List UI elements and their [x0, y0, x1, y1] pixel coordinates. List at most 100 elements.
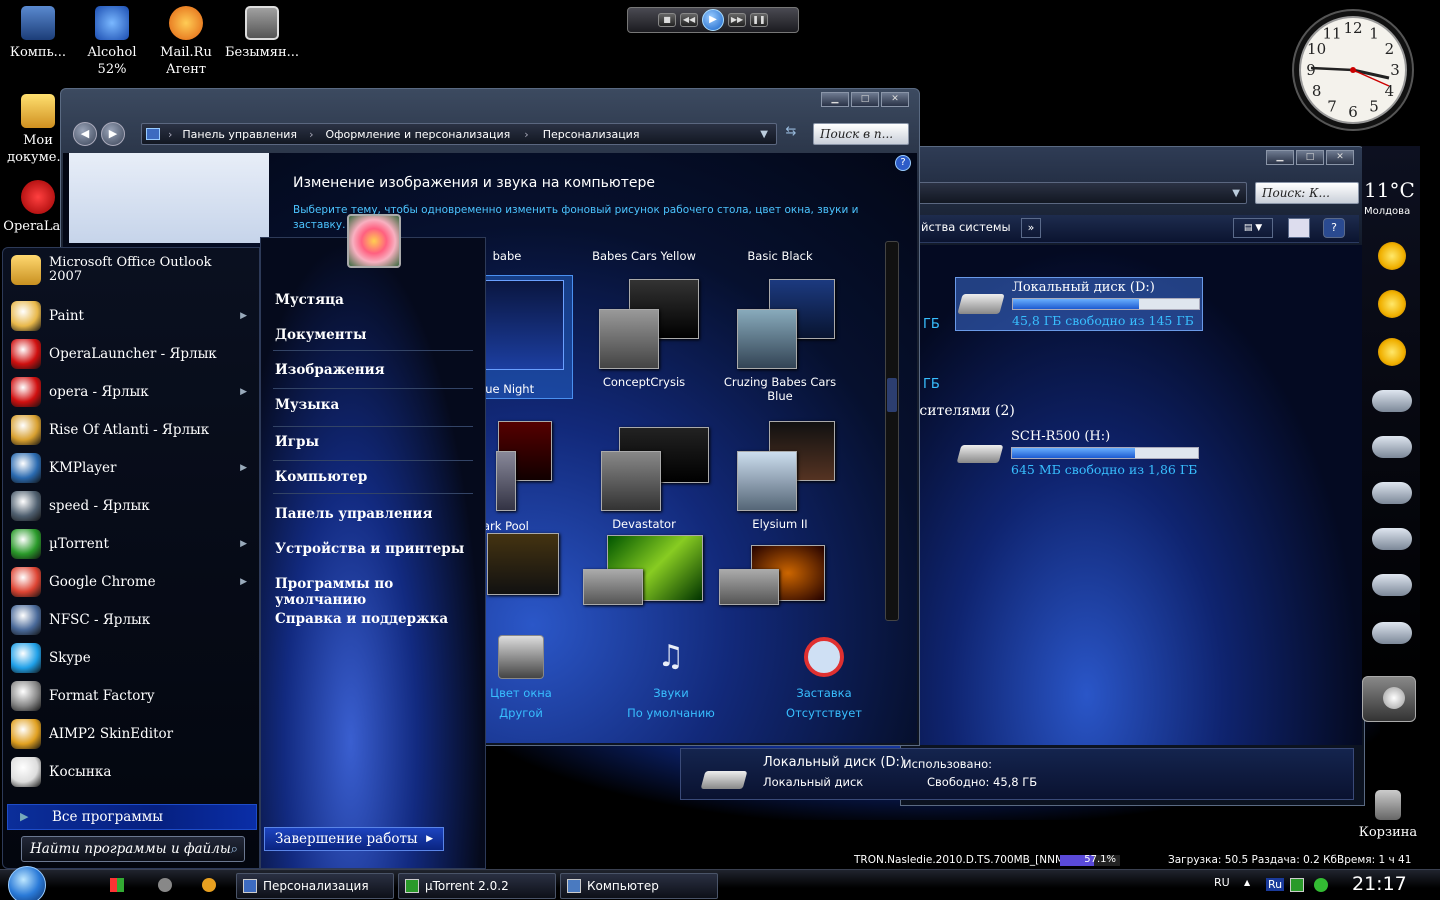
theme-item[interactable]: Devastator — [569, 421, 719, 531]
submenu-arrow-icon[interactable]: ▶ — [240, 311, 247, 321]
next-icon[interactable]: ▶▶ — [728, 13, 746, 27]
toolbar-item-system-properties[interactable]: йства системы — [921, 220, 1011, 234]
theme-item[interactable]: Cruzing Babes Cars Blue — [705, 279, 855, 403]
quicklaunch-aimp-icon[interactable] — [202, 878, 216, 892]
desktop-icon-computer[interactable]: Компь... — [0, 6, 76, 61]
program-icon — [11, 415, 41, 445]
forward-button[interactable]: ▶ — [101, 122, 125, 146]
previous-icon[interactable]: ◀◀ — [680, 13, 698, 27]
start-place-item[interactable]: Компьютер — [275, 469, 367, 485]
drive-item[interactable]: Локальный диск (D:) 45,8 ГБ свободно из … — [955, 277, 1203, 331]
theme-item[interactable] — [719, 545, 829, 605]
start-item-program[interactable]: KMPlayer ▶ — [11, 450, 251, 486]
tray-expand-icon[interactable]: ▲ — [1244, 878, 1250, 887]
more-icon[interactable]: » — [1021, 218, 1041, 238]
start-item-program[interactable]: Paint ▶ — [11, 298, 251, 334]
start-orb[interactable] — [8, 866, 46, 900]
theme-item[interactable]: Babes Cars Yellow — [569, 249, 719, 263]
theme-item[interactable]: ConceptCrysis — [569, 279, 719, 389]
start-item-program[interactable]: Format Factory — [11, 678, 251, 714]
desktop-icon-mailru[interactable]: Mail.Ru Агент — [148, 6, 224, 78]
minimize-button[interactable]: ▁ — [821, 92, 849, 107]
start-place-item[interactable]: Документы — [275, 327, 367, 343]
submenu-arrow-icon[interactable]: ▶ — [240, 463, 247, 473]
view-options-icon[interactable]: ▤ ▼ — [1233, 218, 1273, 238]
start-item-program[interactable]: Косынка — [11, 754, 251, 790]
close-button[interactable]: ✕ — [881, 92, 909, 107]
taskbar-clock[interactable]: 21:17 — [1352, 873, 1407, 895]
address-bar[interactable]: ▼ — [905, 182, 1247, 204]
start-place-item[interactable]: Справка и поддержка — [275, 611, 448, 627]
start-item-program[interactable]: Google Chrome ▶ — [11, 564, 251, 600]
tray-utorrent-icon[interactable] — [1290, 878, 1304, 892]
start-place-item[interactable]: Мустяца — [275, 292, 344, 308]
minimize-button[interactable]: ▁ — [1266, 150, 1294, 165]
tray-language-icon[interactable]: Ru — [1266, 878, 1285, 891]
theme-item[interactable]: Basic Black — [705, 249, 855, 263]
start-item-program[interactable]: µTorrent ▶ — [11, 526, 251, 562]
window-color-link[interactable]: Цвет окна Другой — [481, 635, 561, 723]
start-place-item[interactable]: Изображения — [275, 362, 385, 378]
tray-settings-icon[interactable] — [1314, 878, 1328, 892]
search-input[interactable]: Поиск: К... — [1255, 182, 1359, 204]
user-picture[interactable] — [347, 214, 401, 268]
start-place-item[interactable]: Игры — [275, 434, 319, 450]
maximize-button[interactable]: □ — [851, 92, 879, 107]
preview-pane-icon[interactable] — [1288, 218, 1310, 238]
stop-icon[interactable]: ■ — [658, 13, 676, 27]
start-place-item[interactable]: Панель управления — [275, 506, 432, 522]
start-item-program[interactable]: Rise Of Atlanti - Ярлык — [11, 412, 251, 448]
taskbar-button-personalization[interactable]: Персонализация — [236, 873, 394, 899]
dropdown-icon[interactable]: ▼ — [760, 129, 768, 140]
submenu-arrow-icon[interactable]: ▶ — [240, 387, 247, 397]
play-button[interactable]: ▶ — [702, 9, 724, 31]
pause-icon[interactable]: ❚❚ — [750, 13, 768, 27]
all-programs-button[interactable]: ▶ Все программы — [7, 804, 257, 830]
desktop-icon-alcohol[interactable]: Alcohol 52% — [74, 6, 150, 78]
breadcrumb-item[interactable]: Персонализация — [543, 128, 640, 141]
submenu-arrow-icon[interactable]: ▶ — [240, 577, 247, 587]
scrollbar-thumb[interactable] — [887, 378, 897, 412]
sounds-link[interactable]: ♫ Звуки По умолчанию — [619, 635, 723, 723]
arrow-right-icon[interactable]: ▶ — [426, 828, 433, 850]
search-input[interactable]: Поиск в п... — [813, 123, 909, 145]
maximize-button[interactable]: □ — [1296, 150, 1324, 165]
start-item-outlook[interactable]: Microsoft Office Outlook 2007 — [11, 252, 251, 288]
breadcrumb-item[interactable]: Оформление и персонализация — [325, 128, 510, 141]
theme-list-scrollbar[interactable] — [885, 241, 899, 621]
back-button[interactable]: ◀ — [73, 122, 97, 146]
start-place-item[interactable]: Программы по умолчанию — [275, 576, 485, 608]
utorrent-icon — [405, 879, 419, 893]
address-bar[interactable]: › Панель управления › Оформление и персо… — [141, 123, 777, 145]
quicklaunch-windows-icon[interactable] — [110, 878, 124, 892]
refresh-icon[interactable]: ⇆ — [781, 124, 801, 144]
start-place-item[interactable]: Устройства и принтеры — [275, 541, 464, 557]
help-icon[interactable]: ? — [895, 155, 911, 171]
close-button[interactable]: ✕ — [1326, 150, 1354, 165]
theme-item[interactable]: Elysium II — [705, 421, 855, 531]
start-item-program[interactable]: Skype — [11, 640, 251, 676]
start-item-program[interactable]: NFSC - Ярлык — [11, 602, 251, 638]
screensaver-link[interactable]: Заставка Отсутствует — [779, 635, 869, 723]
submenu-arrow-icon[interactable]: ▶ — [240, 539, 247, 549]
start-item-program[interactable]: AIMP2 SkinEditor — [11, 716, 251, 752]
breadcrumb-item[interactable]: Панель управления — [182, 128, 297, 141]
start-place-item[interactable]: Музыка — [275, 397, 339, 413]
desktop-icon-image[interactable]: Безымян... — [222, 6, 302, 61]
language-indicator[interactable]: RU — [1214, 876, 1230, 889]
start-item-program[interactable]: speed - Ярлык — [11, 488, 251, 524]
dropdown-icon[interactable]: ▼ — [1232, 188, 1240, 199]
shutdown-button[interactable]: Завершение работы ▶ — [264, 827, 444, 851]
start-item-program[interactable]: OperaLauncher - Ярлык — [11, 336, 251, 372]
drive-item[interactable]: SCH-R500 (H:) 645 МБ свободно из 1,86 ГБ — [955, 427, 1203, 481]
start-search-input[interactable]: Найти программы и файлы ⌕ — [21, 836, 245, 862]
taskbar-button-utorrent[interactable]: µTorrent 2.0.2 — [398, 873, 556, 899]
theme-item[interactable] — [487, 533, 559, 603]
theme-item[interactable] — [583, 535, 703, 605]
help-icon[interactable]: ? — [1323, 218, 1345, 238]
clock-gadget[interactable]: 12 1234567891011 — [1291, 8, 1415, 132]
taskbar-button-computer[interactable]: Компьютер — [560, 873, 718, 899]
volume-gadget[interactable] — [1362, 676, 1416, 722]
start-item-program[interactable]: opera - Ярлык ▶ — [11, 374, 251, 410]
quicklaunch-app-icon[interactable] — [158, 878, 172, 892]
